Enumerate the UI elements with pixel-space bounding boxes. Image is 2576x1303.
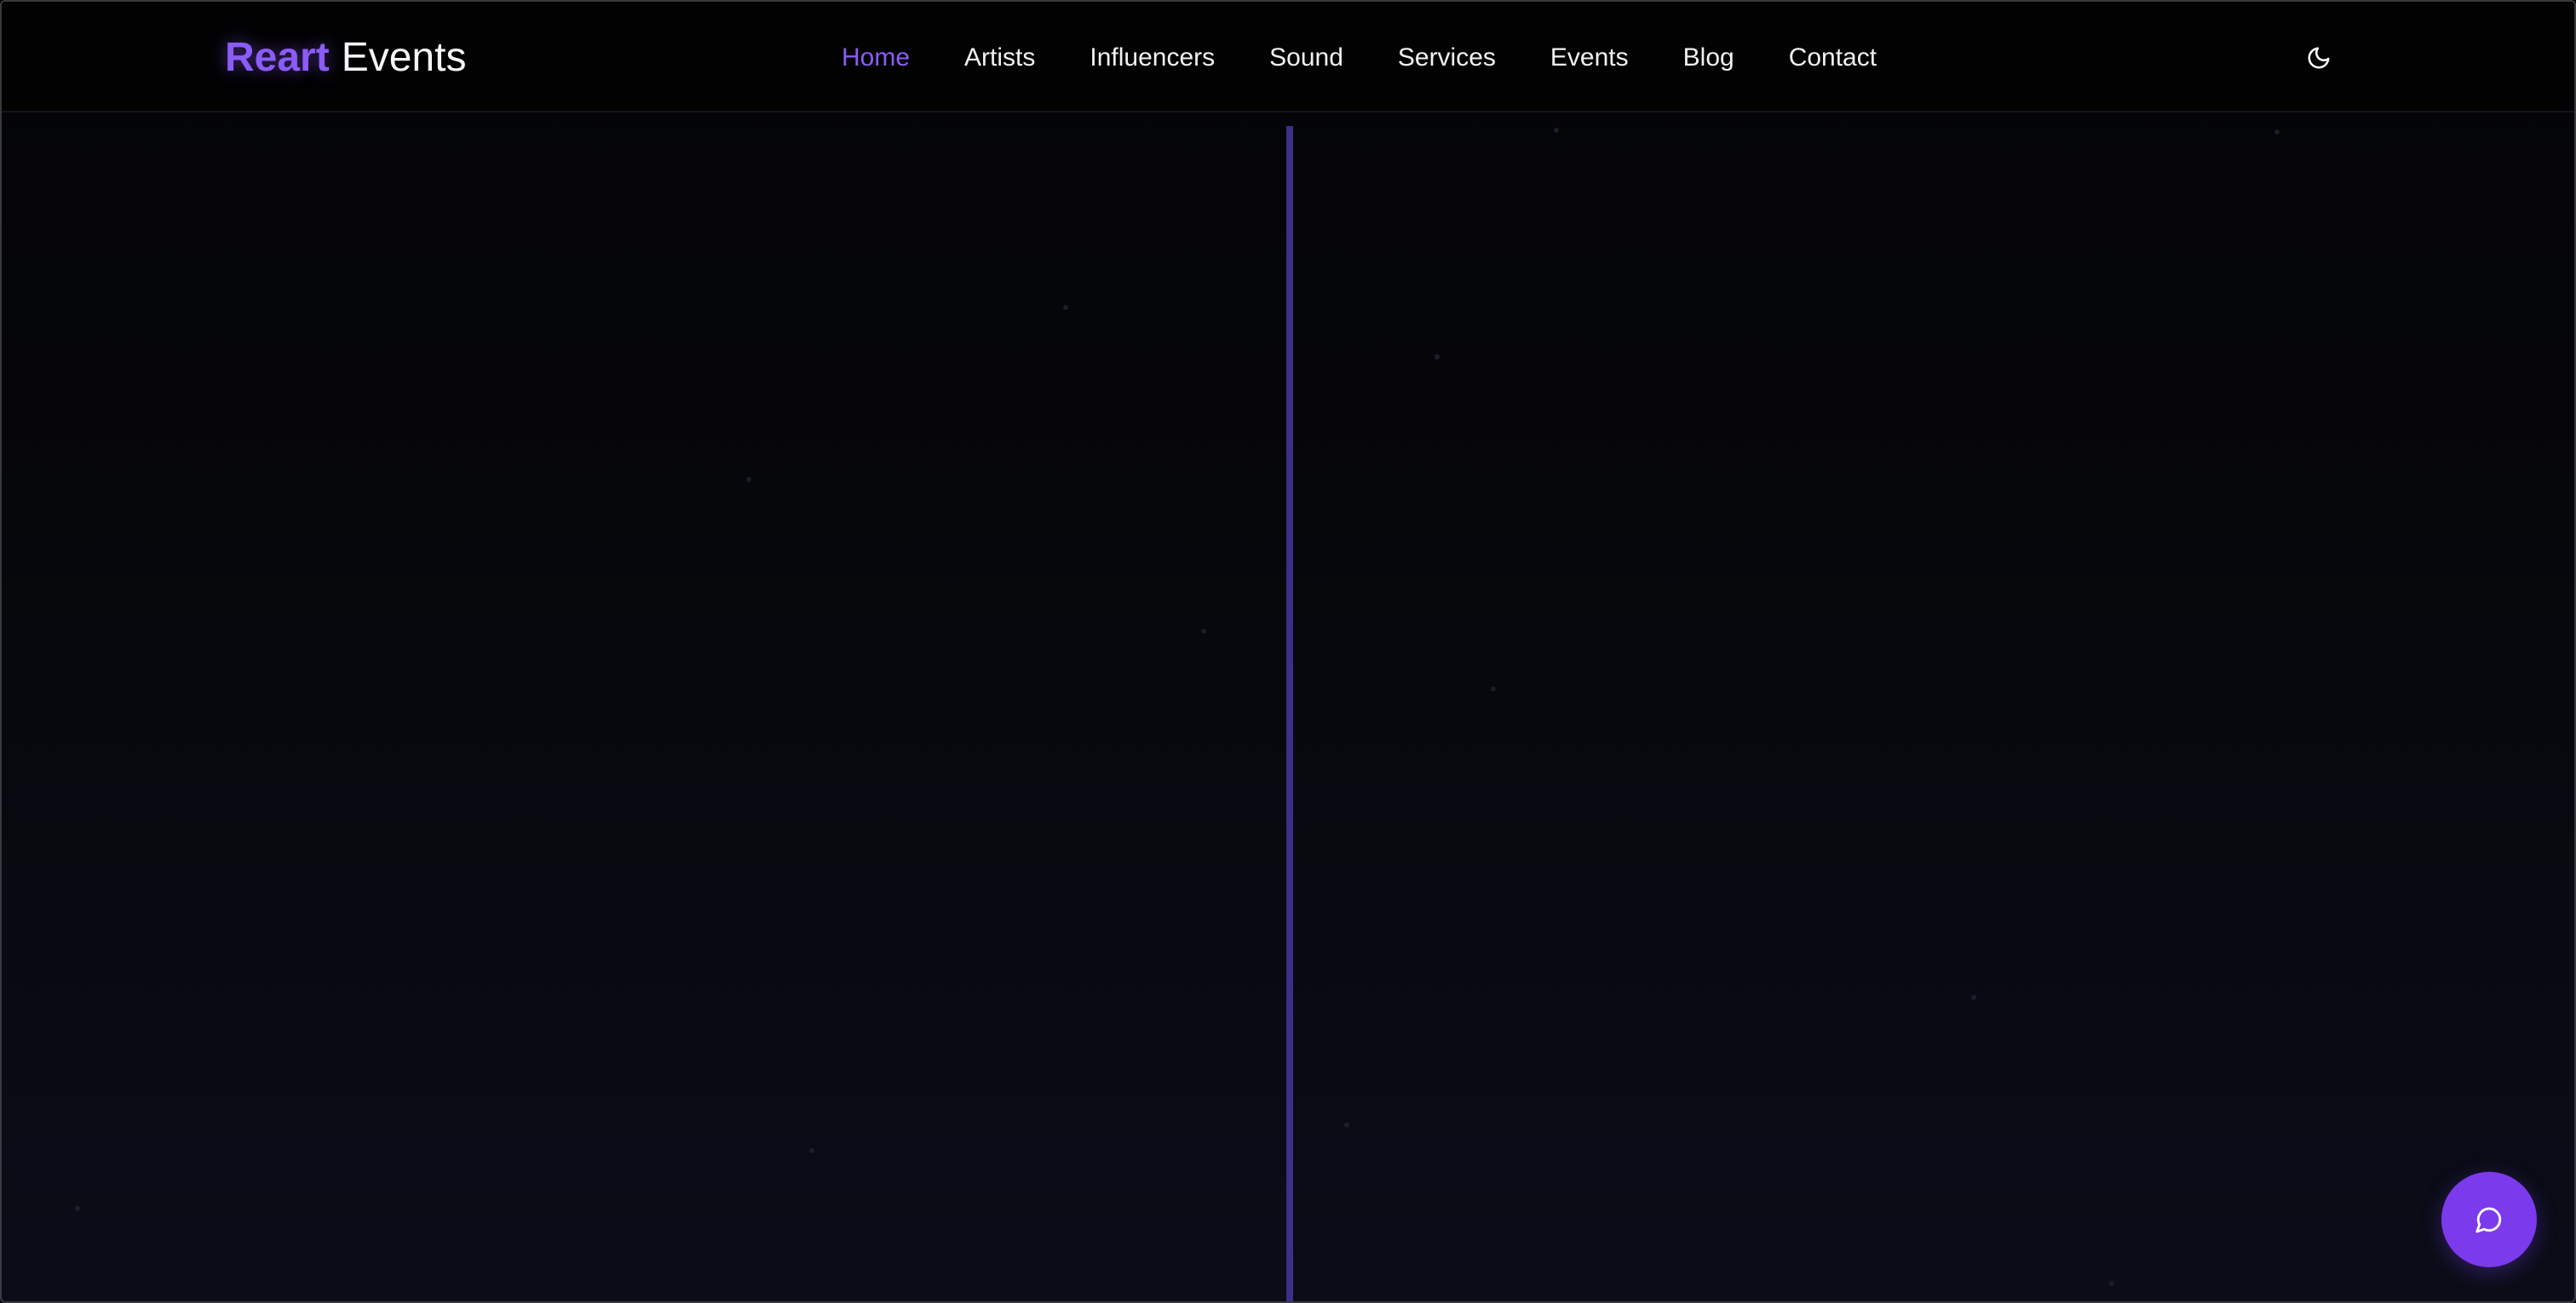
nav-services[interactable]: Services (1398, 37, 1496, 78)
app-window: Reart Events Home Artists Influencers Sou… (0, 0, 2576, 1303)
nav-contact[interactable]: Contact (1789, 37, 1877, 78)
background-star (1491, 686, 1496, 692)
moon-icon (2308, 47, 2330, 69)
nav-influencers[interactable]: Influencers (1090, 37, 1215, 78)
site-header: Reart Events Home Artists Influencers Sou… (2, 2, 2574, 112)
nav-blog[interactable]: Blog (1683, 37, 1734, 78)
background-star (809, 1148, 814, 1153)
nav-home[interactable]: Home (842, 37, 910, 78)
hero-divider-line (1286, 126, 1293, 1301)
background-star (1554, 128, 1559, 133)
theme-toggle-button[interactable] (2298, 37, 2339, 78)
nav-events[interactable]: Events (1550, 37, 1629, 78)
background-star (2109, 1281, 2114, 1286)
background-star (75, 1206, 80, 1211)
logo-accent-text: Reart (225, 35, 330, 80)
chat-button[interactable] (2441, 1172, 2537, 1267)
background-star (2274, 129, 2280, 135)
site-logo[interactable]: Reart Events (225, 32, 466, 83)
background-star (1344, 1122, 1349, 1128)
background-star (1063, 305, 1068, 310)
nav-sound[interactable]: Sound (1269, 37, 1343, 78)
chat-bubble-icon (2475, 1207, 2502, 1233)
background-star (1201, 629, 1206, 634)
background-star (746, 477, 751, 482)
main-nav: Home Artists Influencers Sound Services … (842, 37, 1931, 78)
logo-rest-text: Events (341, 35, 467, 80)
nav-artists[interactable]: Artists (964, 37, 1035, 78)
background-star (1435, 354, 1440, 359)
background-star (1971, 995, 1976, 1000)
